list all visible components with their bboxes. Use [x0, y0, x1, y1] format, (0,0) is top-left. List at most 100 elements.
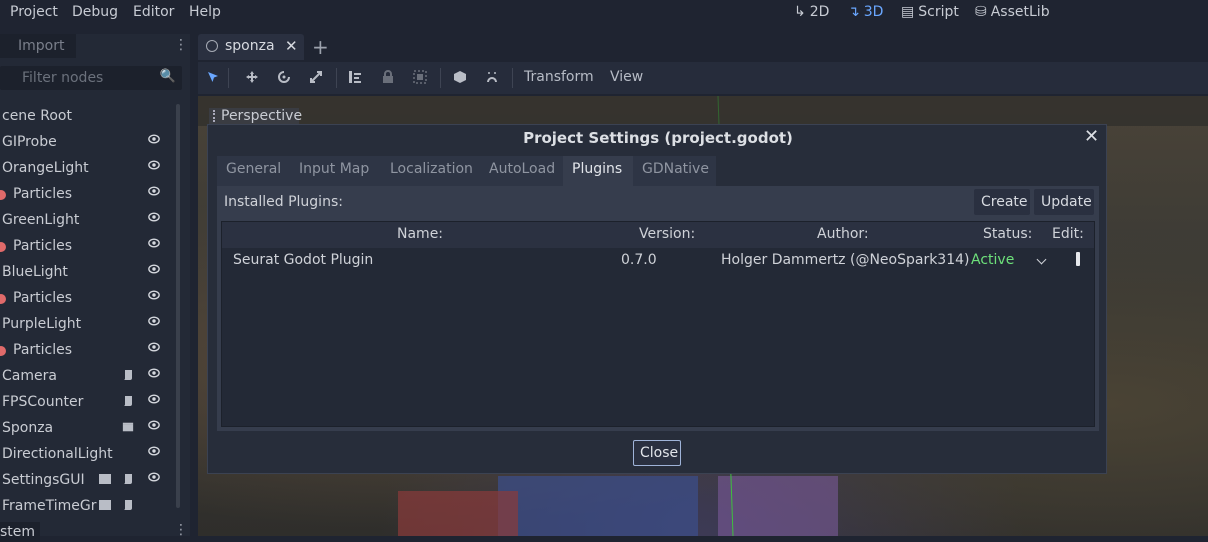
script-icon[interactable]: [122, 499, 134, 511]
tab-label: GDNative: [642, 161, 709, 177]
column-name: Name:: [397, 226, 444, 242]
menu-editor[interactable]: Editor: [133, 4, 174, 20]
mode-assetlib-button[interactable]: ⛁ AssetLib: [975, 4, 1050, 20]
scene-tab-sponza[interactable]: sponza ✕: [198, 34, 304, 60]
tree-node-particles[interactable]: Particles: [0, 182, 172, 208]
create-button[interactable]: Create: [974, 189, 1030, 215]
tree-node-scene-root[interactable]: cene Root: [0, 104, 172, 130]
tree-node-orangelight[interactable]: OrangeLight: [0, 156, 172, 182]
visibility-eye-icon[interactable]: [148, 263, 160, 275]
tab-input-map[interactable]: Input Map: [290, 156, 381, 186]
visibility-eye-icon[interactable]: [148, 211, 160, 223]
tab-import[interactable]: Import: [0, 34, 76, 58]
tree-node-directionallight[interactable]: DirectionalLight: [0, 442, 172, 468]
particles-icon: [0, 190, 6, 200]
script-icon[interactable]: [122, 395, 134, 407]
tree-node-frametimegraph[interactable]: FrameTimeGr: [0, 494, 172, 520]
select-tool-icon[interactable]: [206, 70, 220, 84]
script-icon[interactable]: [122, 473, 134, 485]
visibility-eye-icon[interactable]: [148, 341, 160, 353]
menu-help[interactable]: Help: [189, 4, 221, 20]
tree-node-settingsgui[interactable]: SettingsGUI: [0, 468, 172, 494]
move-tool-icon[interactable]: [245, 70, 259, 84]
close-icon[interactable]: ✕: [1084, 126, 1099, 147]
script-icon[interactable]: [122, 369, 134, 381]
assetlib-icon: ⛁: [975, 4, 987, 20]
drag-handle-icon: [213, 110, 217, 122]
visibility-eye-icon[interactable]: [148, 133, 160, 145]
menu-debug[interactable]: Debug: [72, 4, 118, 20]
tab-plugins[interactable]: Plugins: [563, 156, 633, 186]
visibility-eye-icon[interactable]: [148, 289, 160, 301]
tree-node-greenlight[interactable]: GreenLight: [0, 208, 172, 234]
tree-node-particles[interactable]: Particles: [0, 234, 172, 260]
transform-menu[interactable]: Transform: [524, 69, 594, 85]
node-label: Particles: [13, 342, 73, 358]
lock-icon[interactable]: [381, 70, 395, 84]
tab-autoload[interactable]: AutoLoad: [480, 156, 563, 186]
tree-node-camera[interactable]: Camera: [0, 364, 172, 390]
toolbar-separator: [440, 68, 441, 88]
node-label: Sponza: [2, 420, 54, 436]
tree-node-particles[interactable]: Particles: [0, 286, 172, 312]
create-button-label: Create: [981, 194, 1028, 210]
scene-dock: Import ⋮ Filter nodes 🔍 cene Root GIProb…: [0, 34, 190, 542]
open-scene-icon[interactable]: [98, 499, 112, 511]
tab-general[interactable]: General: [217, 156, 290, 186]
dock-menu-icon[interactable]: ⋮: [174, 37, 188, 53]
mode-script-button[interactable]: ▤ Script: [901, 4, 959, 20]
filter-placeholder: Filter nodes: [22, 70, 104, 86]
search-icon: 🔍: [159, 69, 176, 84]
toolbar-separator: [336, 68, 337, 88]
visibility-eye-icon[interactable]: [148, 445, 160, 457]
tab-filesystem[interactable]: stem: [0, 522, 40, 542]
visibility-eye-icon[interactable]: [148, 315, 160, 327]
group-icon[interactable]: [413, 70, 427, 84]
node-label: DirectionalLight: [2, 446, 113, 462]
visibility-eye-icon[interactable]: [148, 419, 160, 431]
edit-icon[interactable]: [1076, 252, 1080, 266]
rotate-tool-icon[interactable]: [277, 70, 291, 84]
menu-project[interactable]: Project: [10, 4, 58, 20]
visibility-eye-icon[interactable]: [148, 159, 160, 171]
tab-filesystem-label: stem: [0, 524, 36, 540]
scene-tree-scrollbar[interactable]: [176, 104, 180, 508]
plugin-status-select[interactable]: Active: [971, 252, 1014, 268]
tree-node-fpscounter[interactable]: FPSCounter: [0, 390, 172, 416]
close-button[interactable]: Close: [633, 440, 681, 466]
tree-node-sponza[interactable]: Sponza: [0, 416, 172, 442]
update-button[interactable]: Update: [1034, 189, 1094, 215]
tree-node-particles[interactable]: Particles: [0, 338, 172, 364]
add-scene-tab-icon[interactable]: +: [312, 35, 329, 59]
open-scene-icon[interactable]: [98, 473, 112, 485]
plugins-table: Name: Version: Author: Status: Edit: Seu…: [221, 221, 1095, 427]
tree-node-giprobe[interactable]: GIProbe: [0, 130, 172, 156]
scale-tool-icon[interactable]: [309, 70, 323, 84]
globe-icon: [206, 40, 218, 52]
plugin-version: 0.7.0: [621, 252, 657, 268]
visibility-eye-icon[interactable]: [148, 471, 160, 483]
tab-localization[interactable]: Localization: [381, 156, 480, 186]
visibility-eye-icon[interactable]: [148, 185, 160, 197]
column-author: Author:: [817, 226, 869, 242]
open-scene-icon[interactable]: [122, 421, 134, 433]
toolbar-separator: [228, 68, 229, 88]
visibility-eye-icon[interactable]: [148, 237, 160, 249]
visibility-eye-icon[interactable]: [148, 393, 160, 405]
filter-nodes-input[interactable]: Filter nodes 🔍: [0, 66, 182, 90]
snap-icon[interactable]: [485, 70, 499, 84]
node-label: Particles: [13, 238, 73, 254]
node-label: OrangeLight: [2, 160, 89, 176]
2d-icon: ↳: [794, 4, 806, 20]
local-space-icon[interactable]: [453, 70, 467, 84]
tree-node-bluelight[interactable]: BlueLight: [0, 260, 172, 286]
close-icon[interactable]: ✕: [285, 37, 298, 55]
list-select-icon[interactable]: [348, 70, 362, 84]
view-menu[interactable]: View: [610, 69, 643, 85]
tree-node-purplelight[interactable]: PurpleLight: [0, 312, 172, 338]
mode-3d-button[interactable]: ↴ 3D: [848, 4, 883, 20]
visibility-eye-icon[interactable]: [148, 367, 160, 379]
tab-gdnative[interactable]: GDNative: [633, 156, 716, 186]
mode-2d-button[interactable]: ↳ 2D: [794, 4, 829, 20]
chevron-down-icon[interactable]: [1036, 254, 1047, 265]
